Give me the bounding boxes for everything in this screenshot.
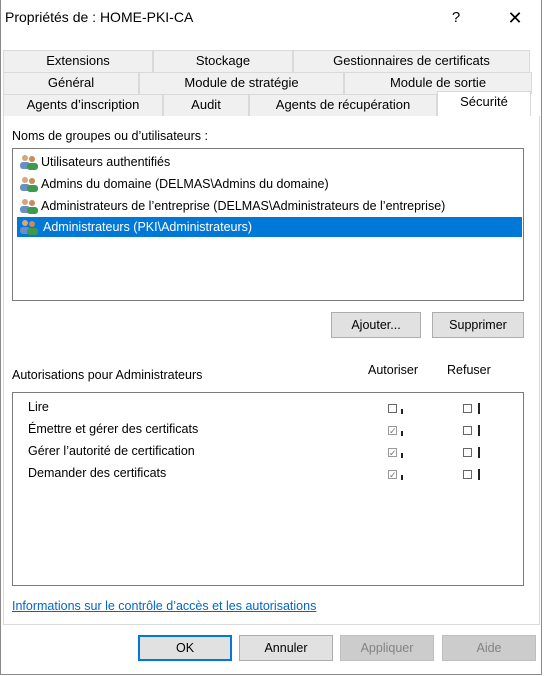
help-title-button[interactable]: ? — [433, 0, 479, 36]
deny-checkbox-marker — [478, 403, 480, 414]
allow-checkbox-checked[interactable]: ✓ — [388, 448, 397, 458]
deny-checkbox[interactable] — [463, 470, 472, 479]
users-group-icon — [20, 219, 38, 235]
deny-checkbox-marker — [478, 469, 480, 480]
deny-checkbox-marker — [478, 447, 480, 458]
tab-gestionnaires-certificats[interactable]: Gestionnaires de certificats — [293, 50, 530, 72]
group-name: Administrateurs de l’entreprise (DELMAS\… — [41, 199, 446, 213]
groups-listbox[interactable]: Utilisateurs authentifiés Admins du doma… — [12, 148, 524, 301]
permissions-label: Autorisations pour Administrateurs — [12, 368, 203, 382]
group-name: Utilisateurs authentifiés — [41, 155, 171, 169]
list-item-selected[interactable]: Administrateurs (PKI\Administrateurs) — [19, 217, 255, 237]
tab-securite[interactable]: Sécurité — [437, 91, 531, 116]
cancel-button[interactable]: Annuler — [239, 635, 333, 661]
allow-checkbox-marker — [401, 431, 403, 436]
permission-row: Gérer l’autorité de certification ✓ — [13, 441, 523, 463]
help-button[interactable]: Aide — [442, 635, 536, 661]
permission-name: Lire — [28, 400, 49, 414]
title-bar: Propriétés de : HOME-PKI-CA ? ✕ — [1, 0, 541, 36]
tab-general[interactable]: Général — [3, 72, 139, 94]
users-group-icon — [20, 154, 38, 170]
permission-name: Gérer l’autorité de certification — [28, 444, 195, 458]
tab-audit[interactable]: Audit — [163, 94, 249, 116]
tab-extensions[interactable]: Extensions — [3, 50, 153, 72]
allow-checkbox-checked[interactable]: ✓ — [388, 470, 397, 480]
properties-dialog: Propriétés de : HOME-PKI-CA ? ✕ Extensio… — [0, 0, 542, 675]
permission-row: Demander des certificats ✓ — [13, 463, 523, 485]
ok-button[interactable]: OK — [138, 635, 232, 661]
deny-checkbox[interactable] — [463, 404, 472, 413]
remove-button[interactable]: Supprimer — [432, 312, 524, 338]
group-name: Administrateurs (PKI\Administrateurs) — [41, 220, 255, 234]
permission-row: Lire — [13, 397, 523, 419]
add-button[interactable]: Ajouter... — [331, 312, 421, 338]
tab-agents-inscription[interactable]: Agents d’inscription — [3, 94, 163, 116]
group-name: Admins du domaine (DELMAS\Admins du doma… — [41, 177, 329, 191]
deny-checkbox[interactable] — [463, 448, 472, 457]
tab-stockage[interactable]: Stockage — [153, 50, 293, 72]
permission-name: Demander des certificats — [28, 466, 167, 480]
allow-checkbox-marker — [401, 453, 403, 458]
permissions-list: Lire Émettre et gérer des certificats ✓ … — [12, 392, 524, 586]
list-item[interactable]: Administrateurs de l’entreprise (DELMAS\… — [19, 196, 445, 216]
deny-checkbox-marker — [478, 425, 480, 436]
apply-button[interactable]: Appliquer — [340, 635, 434, 661]
groups-label: Noms de groupes ou d’utilisateurs : — [12, 129, 208, 143]
list-item[interactable]: Utilisateurs authentifiés — [19, 152, 170, 172]
close-button[interactable]: ✕ — [492, 0, 538, 36]
users-group-icon — [20, 198, 38, 214]
deny-checkbox[interactable] — [463, 426, 472, 435]
allow-checkbox[interactable] — [388, 404, 397, 413]
users-group-icon — [20, 176, 38, 192]
window-title: Propriétés de : HOME-PKI-CA — [5, 9, 194, 25]
permission-name: Émettre et gérer des certificats — [28, 422, 199, 436]
allow-checkbox-marker — [401, 475, 403, 480]
list-item[interactable]: Admins du domaine (DELMAS\Admins du doma… — [19, 174, 329, 194]
tab-module-strategie[interactable]: Module de stratégie — [139, 72, 344, 94]
tab-agents-recuperation[interactable]: Agents de récupération — [249, 94, 437, 116]
allow-column-header: Autoriser — [368, 363, 419, 377]
access-control-help-link[interactable]: Informations sur le contrôle d’accès et … — [12, 599, 316, 613]
allow-checkbox-checked[interactable]: ✓ — [388, 426, 397, 436]
allow-checkbox-marker — [401, 409, 403, 414]
permission-row: Émettre et gérer des certificats ✓ — [13, 419, 523, 441]
deny-column-header: Refuser — [447, 363, 491, 377]
